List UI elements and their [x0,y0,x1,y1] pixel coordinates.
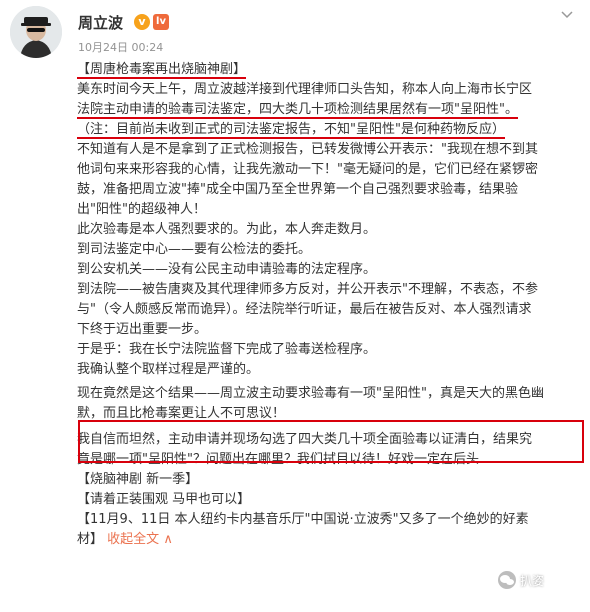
post-line: 与"（令人颇感反常而诡异）。经法院举行听证，最后在被告反对、本人强烈请求 [77,302,532,317]
post-line: 出"阳性"的超级神人！ [77,202,206,217]
avatar-image [10,6,62,58]
post-header: 周立波 v lv 10月24日 00:24 [0,0,590,60]
post-line-underlined: 法院主动申请的验毒司法鉴定，四大类几十项检测结果居然有一项"呈阳性"。 [77,102,518,119]
post-line-tag: 【11月9、11日 本人纽约卡内基音乐厅"中国说·立波秀"又多了一个绝妙的好素 [77,512,529,527]
chevron-down-icon[interactable] [560,8,574,22]
post-line: 现在竟然是这个结果——周立波主动要求验毒有一项"呈阳性"，真是天大的黑色幽 [77,386,544,401]
post-line-underlined: （注：目前尚未收到正式的司法鉴定报告，不知"呈阳性"是何种药物反应） [77,122,505,139]
post-line: 他词句来来形容我的心情，让我先激动一下！"毫无疑问的是，它们已经在紧锣密 [77,162,538,177]
verified-badge-icon: v [134,14,150,30]
watermark-text: 扒姿 [520,574,545,588]
post-line: 到法院——被告唐爽及其代理律师多方反对，并公开表示"不理解，不表态，不参 [77,282,538,297]
post-line-tag: 【请着正装围观 马甲也可以】 [77,492,251,507]
highlight-box [78,420,584,463]
post-body: 【周唐枪毒案再出烧脑神剧】 美东时间今天上午，周立波越洋接到代理律师口头告知，称… [77,60,583,550]
post-line-tag: 【烧脑神剧 新一季】 [77,472,199,487]
chevron-up-icon: ∧ [163,532,173,547]
post-line: 于是乎：我在长宁法院监督下完成了验毒送检程序。 [77,342,377,357]
post-line: 到司法鉴定中心——要有公检法的委托。 [77,242,312,257]
avatar[interactable] [10,6,62,58]
post-line: 下终于迈出重要一步。 [77,322,208,337]
post-line: 我确认整个取样过程是严谨的。 [77,362,260,377]
wechat-logo-icon [498,571,516,589]
post-line: 美东时间今天上午，周立波越洋接到代理律师口头告知，称本人向上海市长宁区 [77,82,533,97]
level-badge-icon: lv [153,14,169,30]
collapse-link[interactable]: 收起全文 ∧ [107,532,173,547]
post-line: 到公安机关——没有公民主动申请验毒的法定程序。 [77,262,377,277]
post-line: 鼓，准备把周立波"捧"成全中国乃至全世界第一个自己强烈要求验毒，结果验 [77,182,518,197]
user-name[interactable]: 周立波 [78,12,123,33]
post-line: 此次验毒是本人强烈要求的。为此，本人奔走数月。 [77,222,377,237]
post-line-last: 材】 收起全文 ∧ [77,532,173,547]
post-line: 不知道有人是不是拿到了正式检测报告，已转发微博公开表示："我现在想不到其 [77,142,538,157]
post-timestamp[interactable]: 10月24日 00:24 [78,39,163,55]
post-line-title: 【周唐枪毒案再出烧脑神剧】 [77,62,247,79]
